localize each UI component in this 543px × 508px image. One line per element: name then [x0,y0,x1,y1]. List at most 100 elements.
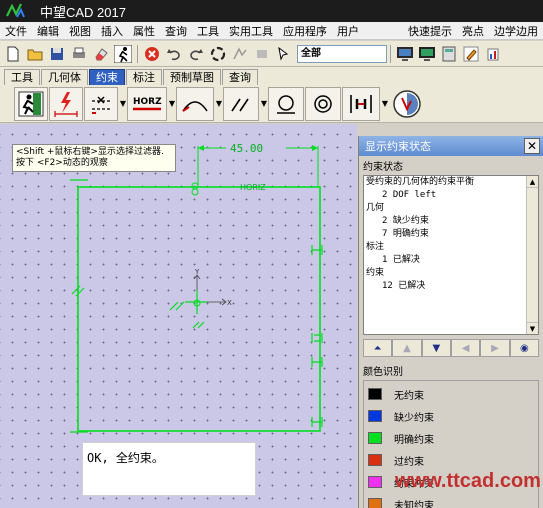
nav-next-icon[interactable]: ▶ [480,339,510,357]
nav-up-icon[interactable]: ▲ [392,339,422,357]
chevron-down-icon[interactable]: ▼ [168,99,176,108]
status-line: 2 DOF left [382,190,437,200]
menu-properties[interactable]: 属性 [128,23,160,39]
color-legend-label: 缺少约束 [394,412,434,424]
menu-tools[interactable]: 工具 [192,23,224,39]
exit-constraint-button[interactable] [14,86,48,121]
menu-highlights[interactable]: 亮点 [457,23,489,39]
pencil-icon[interactable] [461,44,481,64]
color-legend-label: 明确约束 [394,434,434,446]
lightning-dimension-icon [54,91,78,117]
scroll-up-icon[interactable]: ▲ [527,176,538,188]
tab-geometry[interactable]: 几何体 [41,69,88,85]
color-legend-row: 未知约束 [364,493,538,508]
chevron-down-icon[interactable]: ▼ [260,99,268,108]
menu-file[interactable]: 文件 [0,23,32,39]
constraint-status-list: 受约束的几何体的约束平衡 2 DOF left 几何 2 缺少约束 7 明确约束 标注 1 … [363,175,539,335]
app-window: 中望CAD 2017 文件 编辑 视图 插入 属性 查询 工具 实用工具 应用程… [0,0,543,508]
fix-circle-button[interactable] [268,86,304,121]
window-title: 中望CAD 2017 [40,4,126,20]
constraint-status-button[interactable] [389,87,425,121]
equal-constraint-button[interactable] [342,86,380,121]
new-file-icon[interactable] [3,44,23,64]
print-icon[interactable] [69,44,89,64]
status-line: 约束 [366,268,385,278]
hint-line-2: 按下 <F2>动态的观察 [16,158,108,168]
chevron-down-icon[interactable]: ▼ [119,99,127,108]
chevron-down-icon[interactable]: ▼ [215,99,223,108]
menu-view[interactable]: 视图 [64,23,96,39]
menu-query[interactable]: 查询 [160,23,192,39]
constraint-status-panel: 显示约束状态 ✕ 约束状态 受约束的几何体的约束平衡 2 DOF left 几何 2 … [358,136,543,508]
menu-edit[interactable]: 编辑 [32,23,64,39]
color-legend-row: 无约束 [364,383,538,405]
display-icon[interactable] [417,44,437,64]
ribbon-tabs: 工具 几何体 约束 标注 预制草图 查询 [0,67,543,85]
eye-icon[interactable]: ◉ [509,339,539,357]
auto-constrain-button[interactable] [49,86,83,121]
undo-icon[interactable] [164,44,184,64]
ucs-axes [196,276,225,303]
save-icon[interactable] [47,44,67,64]
coincident-button[interactable] [84,86,118,121]
tab-constraints[interactable]: 约束 [89,69,125,85]
tab-tools[interactable]: 工具 [4,69,40,85]
standard-toolbar: 全部 [0,41,543,67]
menu-learn-as-you-go[interactable]: 边学边用 [489,23,543,39]
tab-prefab-sketch[interactable]: 预制草图 [163,69,221,85]
dimension-value: 45.00 [230,142,263,155]
status-scrollbar[interactable]: ▲ ▼ [526,176,538,334]
nav-first-icon[interactable]: ⏶ [363,339,393,357]
parallel-button[interactable] [223,86,259,121]
constraint-status-icon [393,89,421,118]
color-legend-label: 无约束 [394,390,424,402]
status-line: 1 已解决 [382,255,420,265]
menu-bar: 文件 编辑 视图 插入 属性 查询 工具 实用工具 应用程序 用户 快速提示 亮… [0,22,543,40]
layer-combo[interactable]: 全部 [297,44,387,63]
color-legend-label: 未知约束 [394,500,434,508]
tab-dimension[interactable]: 标注 [126,69,162,85]
concentric-button[interactable] [305,86,341,121]
status-line: 12 已解决 [382,281,426,291]
menu-insert[interactable]: 插入 [96,23,128,39]
redo-icon[interactable] [186,44,206,64]
constraint-toolbar: ▼ HORZ ▼ ▼ ▼ ▼ [0,85,543,123]
tab-query[interactable]: 查询 [222,69,258,85]
select-arrow-icon[interactable] [274,44,294,64]
color-legend-row: 明确约束 [364,427,538,449]
drawing-canvas[interactable]: 45.00 HORIZ Y X <Shift +鼠标右键>显示选择过滤器. 按下… [0,124,357,508]
close-icon[interactable]: ✕ [524,138,540,154]
nav-prev-icon[interactable]: ◀ [450,339,481,357]
exit-runner-icon[interactable] [113,44,133,64]
nav-down-icon[interactable]: ▼ [421,339,451,357]
linetype-icon[interactable] [230,44,250,64]
menu-quick-tips[interactable]: 快速提示 [403,23,457,39]
chevron-down-icon[interactable]: ▼ [381,99,389,108]
cancel-icon[interactable] [142,44,162,64]
arc-tangent-icon [182,100,208,112]
scroll-down-icon[interactable]: ▼ [527,322,538,334]
open-folder-icon[interactable] [25,44,45,64]
horz-icon: HORZ [133,97,162,110]
chart-icon[interactable] [483,44,503,64]
axis-x-label: X [227,299,232,307]
status-line: 受约束的几何体的约束平衡 [366,177,475,187]
monitor-icon[interactable] [395,44,415,64]
horizontal-constraint-button[interactable]: HORZ [127,86,167,121]
menu-utilities[interactable]: 实用工具 [224,23,278,39]
menu-applications[interactable]: 应用程序 [278,23,332,39]
color-swatch [368,476,382,488]
horiz-constraint-label: HORIZ [240,183,266,192]
status-message-box: OK, 全约束。 [82,442,256,496]
color-swatch [368,410,382,422]
circle-fix-icon [277,94,295,114]
menu-user[interactable]: 用户 [332,23,364,39]
horz-text: HORZ [133,97,162,107]
color-swatch [368,498,382,508]
tangent-arc-button[interactable] [176,86,214,121]
refresh-icon[interactable] [208,44,228,64]
eraser-icon[interactable] [91,44,111,64]
layer-state-icon[interactable] [252,44,272,64]
equal-bars-icon [350,94,372,113]
calculator-icon[interactable] [439,44,459,64]
